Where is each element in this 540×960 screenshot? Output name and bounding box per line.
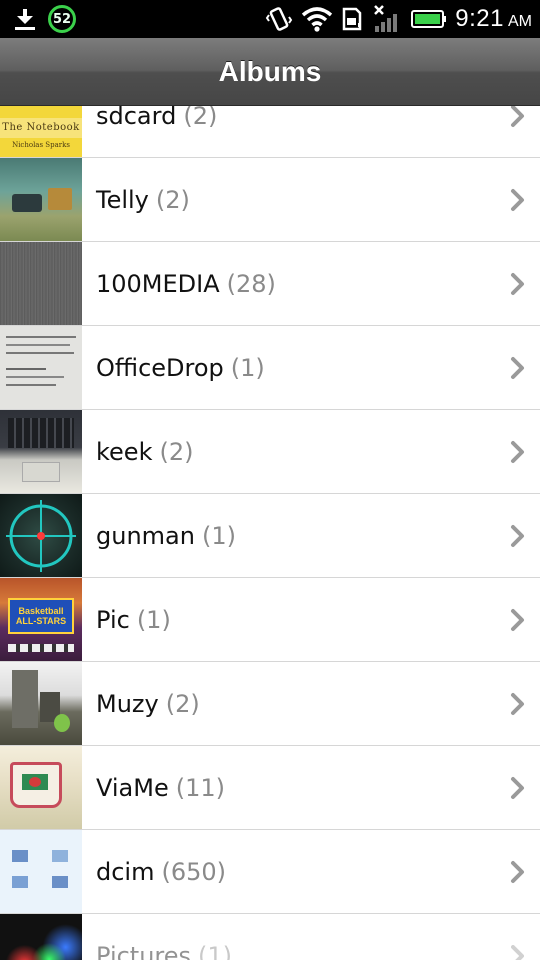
album-name: 100MEDIA bbox=[96, 269, 220, 298]
album-name: sdcard bbox=[96, 106, 177, 130]
album-row-gunman[interactable]: gunman (1) bbox=[0, 494, 540, 578]
album-thumbnail bbox=[0, 158, 82, 241]
album-label: Pictures (1) bbox=[96, 914, 232, 960]
album-label: 100MEDIA (28) bbox=[96, 242, 276, 325]
album-label: Telly (2) bbox=[96, 158, 190, 241]
album-label: Pic (1) bbox=[96, 578, 171, 661]
album-name: ViaMe bbox=[96, 773, 169, 802]
album-thumbnail bbox=[0, 662, 82, 745]
album-thumbnail: The Notebook Nicholas Sparks bbox=[0, 106, 82, 157]
status-bar: 52 9:21 AM bbox=[0, 0, 540, 38]
album-thumbnail bbox=[0, 830, 82, 913]
album-thumbnail bbox=[0, 746, 82, 829]
album-count: (2) bbox=[165, 689, 200, 718]
album-count: (1) bbox=[198, 941, 233, 960]
album-row-pic[interactable]: Basketball ALL-STARS Pic (1) bbox=[0, 578, 540, 662]
album-name: OfficeDrop bbox=[96, 353, 224, 382]
clock: 9:21 AM bbox=[455, 5, 532, 33]
chevron-right-icon bbox=[511, 693, 524, 715]
album-row-pictures[interactable]: Pictures (1) bbox=[0, 914, 540, 960]
sd-card-icon bbox=[341, 5, 363, 33]
album-label: dcim (650) bbox=[96, 830, 226, 913]
album-row-officedrop[interactable]: OfficeDrop (1) bbox=[0, 326, 540, 410]
album-row-muzy[interactable]: Muzy (2) bbox=[0, 662, 540, 746]
thumbnail-book-title: The Notebook bbox=[2, 122, 80, 133]
album-thumbnail bbox=[0, 914, 82, 960]
album-name: Muzy bbox=[96, 689, 159, 718]
thumbnail-game-title: Basketball ALL-STARS bbox=[8, 598, 74, 634]
vibrate-icon bbox=[265, 5, 293, 33]
ampm-text: AM bbox=[508, 13, 532, 30]
album-thumbnail bbox=[0, 242, 82, 325]
download-icon bbox=[12, 6, 38, 32]
no-signal-icon bbox=[371, 4, 403, 34]
chevron-right-icon bbox=[511, 945, 524, 960]
album-row-viame[interactable]: ViaMe (11) bbox=[0, 746, 540, 830]
album-count: (1) bbox=[136, 605, 171, 634]
album-count: (1) bbox=[201, 521, 236, 550]
album-row-dcim[interactable]: dcim (650) bbox=[0, 830, 540, 914]
album-name: Pic bbox=[96, 605, 130, 634]
chevron-right-icon bbox=[511, 357, 524, 379]
album-thumbnail bbox=[0, 410, 82, 493]
album-count: (1) bbox=[230, 353, 265, 382]
album-name: keek bbox=[96, 437, 153, 466]
album-label: OfficeDrop (1) bbox=[96, 326, 265, 409]
chevron-right-icon bbox=[511, 861, 524, 883]
album-row-keek[interactable]: keek (2) bbox=[0, 410, 540, 494]
chevron-right-icon bbox=[511, 525, 524, 547]
chevron-right-icon bbox=[511, 441, 524, 463]
page-title: Albums bbox=[218, 55, 322, 87]
album-label: sdcard (2) bbox=[96, 106, 217, 157]
time-text: 9:21 bbox=[455, 5, 504, 32]
album-count: (11) bbox=[175, 773, 226, 802]
chevron-right-icon bbox=[511, 609, 524, 631]
chevron-right-icon bbox=[511, 777, 524, 799]
album-thumbnail bbox=[0, 326, 82, 409]
album-label: ViaMe (11) bbox=[96, 746, 225, 829]
battery-saver-badge: 52 bbox=[48, 5, 76, 33]
album-count: (650) bbox=[161, 857, 227, 886]
wifi-icon bbox=[301, 5, 333, 33]
chevron-right-icon bbox=[511, 106, 524, 127]
album-label: gunman (1) bbox=[96, 494, 236, 577]
title-bar: Albums bbox=[0, 38, 540, 106]
album-row-100media[interactable]: 100MEDIA (28) bbox=[0, 242, 540, 326]
chevron-right-icon bbox=[511, 273, 524, 295]
album-count: (2) bbox=[159, 437, 194, 466]
album-name: dcim bbox=[96, 857, 155, 886]
album-thumbnail: Basketball ALL-STARS bbox=[0, 578, 82, 661]
album-row-telly[interactable]: Telly (2) bbox=[0, 158, 540, 242]
album-label: keek (2) bbox=[96, 410, 193, 493]
album-label: Muzy (2) bbox=[96, 662, 200, 745]
album-count: (28) bbox=[226, 269, 276, 298]
album-list[interactable]: The Notebook Nicholas Sparks sdcard (2) T… bbox=[0, 106, 540, 960]
chevron-right-icon bbox=[511, 189, 524, 211]
thumbnail-book-author: Nicholas Sparks bbox=[12, 141, 70, 149]
battery-icon bbox=[411, 8, 447, 30]
album-row-sdcard[interactable]: The Notebook Nicholas Sparks sdcard (2) bbox=[0, 106, 540, 158]
album-name: Pictures bbox=[96, 941, 192, 960]
album-name: gunman bbox=[96, 521, 195, 550]
album-thumbnail bbox=[0, 494, 82, 577]
album-count: (2) bbox=[155, 185, 190, 214]
album-count: (2) bbox=[183, 106, 218, 130]
album-name: Telly bbox=[96, 185, 149, 214]
